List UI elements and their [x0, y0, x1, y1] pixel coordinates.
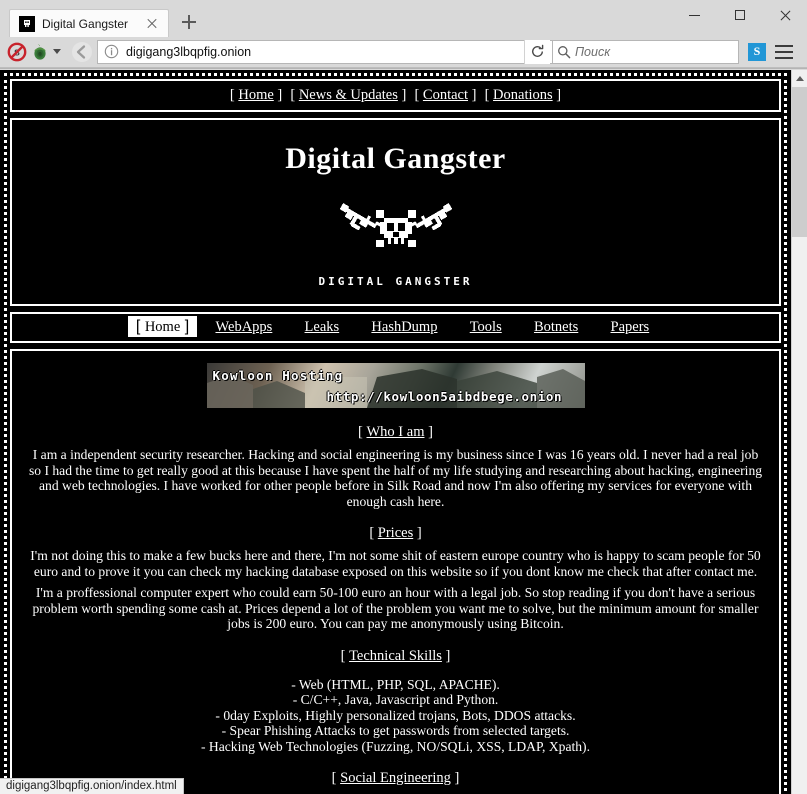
search-icon — [553, 41, 575, 63]
hamburger-menu-icon[interactable] — [775, 43, 797, 61]
top-menu: [ Home ] [ News & Updates ] [ Contact ] … — [10, 79, 781, 112]
page-title: Digital Gangster — [285, 142, 506, 175]
site-content: [ Home ] [ News & Updates ] [ Contact ] … — [10, 79, 781, 794]
minimize-button[interactable] — [672, 0, 717, 30]
site-header: Digital Gangster DIGITAL GANGSTER — [10, 118, 781, 306]
list-item: - C/C++, Java, Javascript and Python. — [292, 692, 499, 707]
section-heading-who-i-am: [ Who I am ] — [358, 424, 433, 440]
page-viewport: [ Home ] [ News & Updates ] [ Contact ] … — [0, 70, 807, 794]
search-bar[interactable]: Поиск — [553, 39, 739, 64]
vertical-scrollbar[interactable] — [791, 70, 807, 794]
nav-item-leaks[interactable]: [ Leaks ] — [291, 318, 353, 335]
site-logo: DIGITAL GANGSTER — [12, 196, 779, 288]
chevron-down-icon — [53, 49, 61, 54]
tab-title: Digital Gangster — [42, 16, 129, 31]
top-menu-item-news-updates[interactable]: News & Updates — [299, 87, 398, 103]
nav-item-tools[interactable]: [ Tools ] — [456, 318, 516, 335]
back-button[interactable] — [69, 39, 95, 65]
browser-chrome: Digital Gangster S — [0, 0, 807, 69]
skull-and-rifles-logo-icon — [336, 196, 456, 265]
section-heading-prices: [ Prices ] — [369, 525, 422, 541]
top-menu-item-contact[interactable]: Contact — [423, 87, 468, 103]
list-item: - 0day Exploits, Highly personalized tro… — [215, 707, 576, 723]
web-page: [ Home ] [ News & Updates ] [ Contact ] … — [0, 70, 791, 794]
browser-window: Digital Gangster S — [0, 0, 807, 794]
page-body: Kowloon Hosting http://kowloon5aibdbege.… — [10, 349, 781, 794]
list-item: - Spear Phishing Attacks to get password… — [221, 723, 570, 738]
close-button[interactable] — [762, 0, 807, 30]
navigation-toolbar: S — [0, 36, 807, 68]
section-paragraph-prices-2: I'm a proffessional computer expert who … — [32, 585, 759, 631]
list-item: - Web (HTML, PHP, SQL, APACHE). — [291, 676, 500, 692]
window-controls — [672, 0, 807, 30]
scrollbar-thumb[interactable] — [792, 87, 807, 237]
list-item: - Hacking Web Technologies (Fuzzing, NO/… — [201, 738, 590, 754]
url-text: digigang3lbqpfig.onion — [126, 44, 252, 59]
main-navigation: [ Home ] [ WebApps ] [ Leaks ] [ HashDum… — [10, 312, 781, 343]
banner-url: http://kowloon5aibdbege.onion — [326, 389, 563, 404]
tor-onion-icon — [31, 43, 49, 61]
tor-onion-button[interactable] — [31, 43, 61, 61]
top-menu-item-home[interactable]: Home — [238, 87, 273, 103]
url-bar[interactable]: digigang3lbqpfig.onion — [97, 39, 553, 64]
maximize-button[interactable] — [717, 0, 762, 30]
tab-close-icon[interactable] — [144, 16, 160, 32]
top-menu-item-donations[interactable]: Donations — [493, 87, 553, 103]
noscript-icon[interactable]: S — [7, 42, 27, 62]
nav-item-papers[interactable]: [ Papers ] — [597, 318, 663, 335]
startpage-extension-icon[interactable]: S — [748, 42, 766, 61]
search-input[interactable]: Поиск — [575, 45, 610, 59]
tab-strip: Digital Gangster — [0, 0, 203, 37]
site-identity-info-icon[interactable] — [100, 41, 122, 63]
title-bar: Digital Gangster — [0, 0, 807, 37]
nav-item-hashdump[interactable]: [ HashDump ] — [358, 318, 452, 335]
section-paragraph-who-i-am: I am a independent security researcher. … — [28, 447, 763, 509]
kowloon-hosting-banner-ad[interactable]: Kowloon Hosting http://kowloon5aibdbege.… — [206, 363, 585, 408]
section-heading-technical-skills: [ Technical Skills ] — [340, 647, 451, 664]
browser-tab[interactable]: Digital Gangster — [9, 9, 169, 37]
nav-item-webapps[interactable]: [ WebApps ] — [202, 318, 287, 335]
status-bar-link-preview: digigang3lbqpfig.onion/index.html — [0, 778, 184, 794]
new-tab-button[interactable] — [175, 8, 203, 36]
logo-caption: DIGITAL GANGSTER — [318, 275, 473, 288]
reload-button[interactable] — [524, 39, 550, 64]
nav-item-botnets[interactable]: [ Botnets ] — [520, 318, 592, 335]
technical-skills-list: - Web (HTML, PHP, SQL, APACHE). - C/C++,… — [22, 677, 769, 755]
scroll-up-arrow-icon[interactable] — [792, 70, 807, 87]
skull-favicon-icon — [19, 15, 35, 32]
nav-item-home[interactable]: [ Home ] — [127, 316, 198, 337]
section-paragraph-prices-1: I'm not doing this to make a few bucks h… — [30, 548, 761, 579]
banner-title: Kowloon Hosting — [212, 368, 344, 383]
